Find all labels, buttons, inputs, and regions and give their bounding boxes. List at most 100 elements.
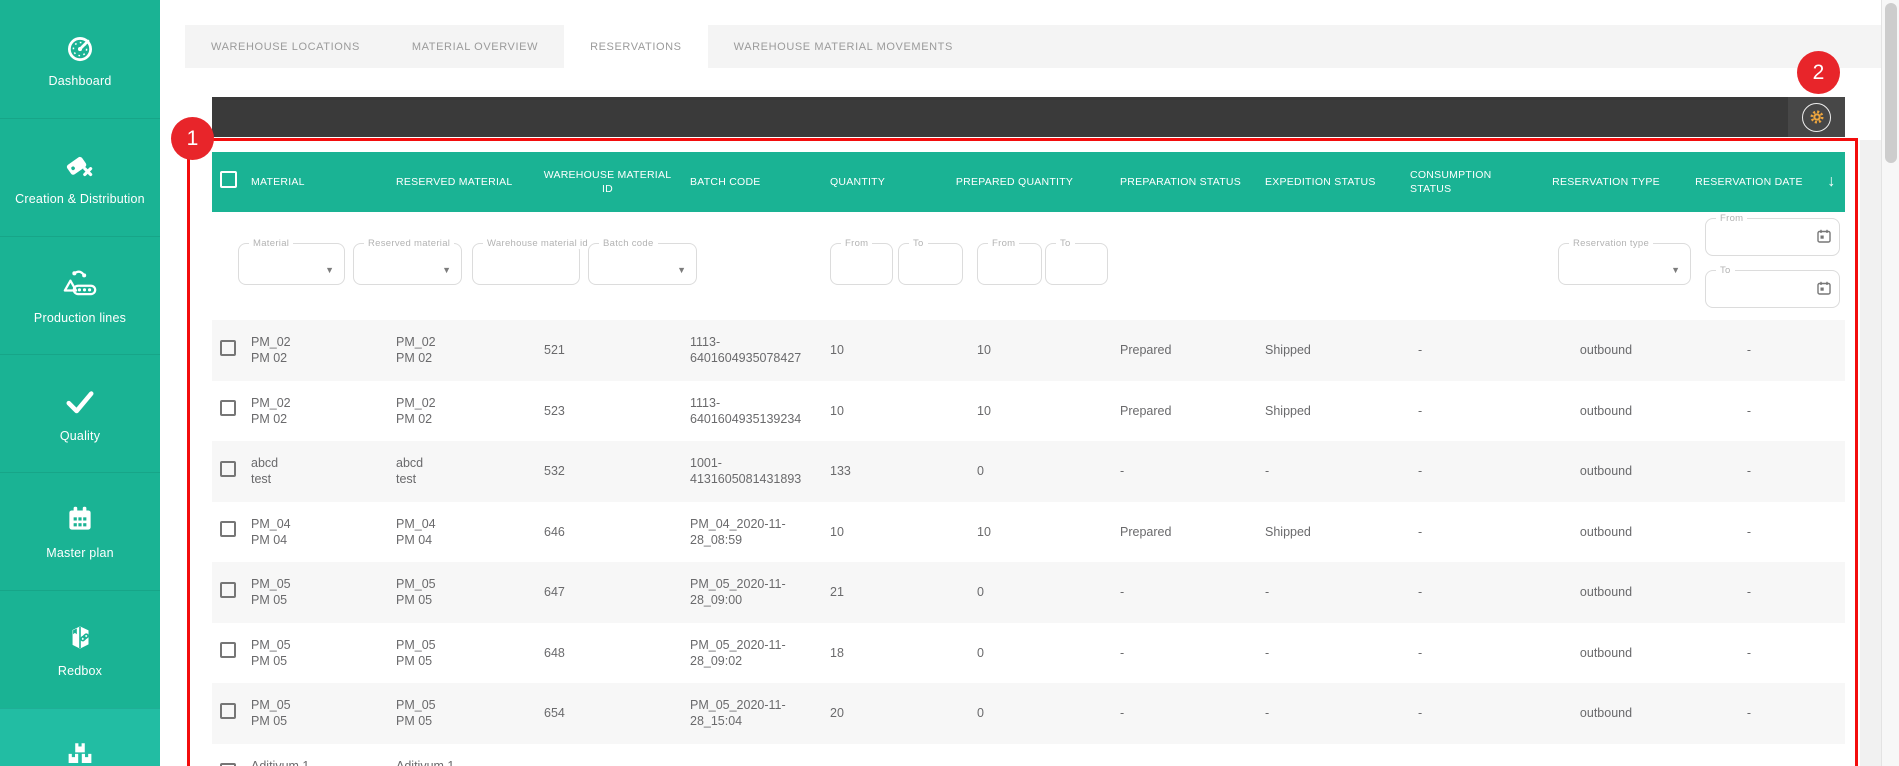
row-checkbox[interactable] (220, 702, 236, 719)
table-row[interactable]: PM_04 PM 04 PM_04 PM 04 646 PM_04_2020-11- 28_… (212, 501, 1845, 562)
row-checkbox[interactable] (220, 460, 236, 477)
sidebar-item-production-lines[interactable]: Production lines (0, 236, 160, 354)
filter-to-input[interactable] (1714, 275, 1831, 303)
filter-reserved-material-select[interactable]: Reserved material ▼ (353, 238, 462, 285)
cell-expedition-status: Shipped (1265, 524, 1311, 539)
production-lines-icon (62, 266, 98, 302)
cell-consumption-status: - (1418, 343, 1423, 358)
calendar-icon[interactable] (1817, 281, 1831, 295)
cell-warehouse-material-id: 654 (544, 706, 565, 721)
sidebar-item-dashboard[interactable]: Dashboard (0, 0, 160, 118)
cell-material: PM_05 PM 05 (251, 637, 291, 668)
sidebar-item-label: Dashboard (48, 73, 112, 88)
cell-material: PM_04 PM 04 (251, 516, 291, 547)
cell-reserved-material: PM_05 PM 05 (396, 698, 436, 729)
row-checkbox[interactable] (220, 581, 236, 598)
column-header-expedition-status[interactable]: EXPEDITION STATUS (1237, 175, 1382, 189)
cell-consumption-status: - (1418, 706, 1423, 721)
cell-reserved-material: PM_05 PM 05 (396, 637, 436, 668)
cell-material: PM_05 PM 05 (251, 577, 291, 608)
filter-to-text[interactable]: To (1045, 238, 1108, 285)
filter-batch-code-input[interactable] (597, 248, 688, 280)
sort-descending-icon[interactable]: ↓ (1827, 173, 1835, 190)
filter-to-input[interactable] (1054, 248, 1099, 280)
cell-consumption-status: - (1418, 403, 1423, 418)
sidebar-item-quality[interactable]: Quality (0, 354, 160, 472)
filter-from-input[interactable] (986, 248, 1033, 280)
filter-material-select[interactable]: Material ▼ (238, 238, 345, 285)
cell-consumption-status: - (1418, 464, 1423, 479)
column-header-batch-code[interactable]: BATCH CODE (674, 175, 822, 189)
tab-material-overview[interactable]: MATERIAL OVERVIEW (386, 25, 564, 68)
filter-from-text[interactable]: From (977, 238, 1042, 285)
filter-from-date[interactable]: From (1705, 213, 1840, 256)
chevron-down-icon: ▼ (442, 265, 451, 275)
column-header-warehouse-material-id[interactable]: WAREHOUSE MATERIAL ID (541, 168, 674, 196)
column-header-material[interactable]: MATERIAL (248, 175, 393, 189)
cell-batch-code: 1001- 4131605081431893 (690, 456, 802, 487)
cell-warehouse-material-id: 647 (544, 585, 565, 600)
column-header-sort: ↓ (1818, 171, 1845, 193)
column-header-reservation-type[interactable]: RESERVATION TYPE (1532, 175, 1680, 189)
cell-quantity: 133 (830, 464, 851, 479)
filter-to-text[interactable]: To (898, 238, 963, 285)
cell-prepared-quantity: 0 (977, 706, 984, 721)
sidebar-item-warehouses[interactable]: Warehouses (0, 708, 160, 766)
sidebar-item-master-plan[interactable]: Master plan (0, 472, 160, 590)
row-checkbox[interactable] (220, 642, 236, 659)
table-row[interactable]: PM_02 PM 02 PM_02 PM 02 523 1113- 640160493513… (212, 380, 1845, 441)
filter-reservation-type-input[interactable] (1567, 248, 1682, 280)
table-row[interactable]: PM_02 PM 02 PM_02 PM 02 521 1113- 640160493507… (212, 320, 1845, 381)
filter-warehouse-material-id-text[interactable]: Warehouse material id (472, 238, 592, 285)
filter-to-date[interactable]: To (1705, 265, 1840, 308)
filter-reserved-material-input[interactable] (362, 248, 453, 280)
sidebar-item-label: Production lines (33, 311, 127, 325)
settings-button[interactable] (1788, 97, 1845, 137)
table-row[interactable]: PM_05 PM 05 PM_05 PM 05 647 PM_05_2020-11- 28_… (212, 562, 1845, 623)
sidebar-item-redbox[interactable]: Redbox (0, 590, 160, 708)
row-checkbox[interactable] (220, 339, 236, 356)
column-header-quantity[interactable]: QUANTITY (822, 175, 937, 189)
filter-batch-code-select[interactable]: Batch code ▼ (588, 238, 697, 285)
table-row[interactable]: abcd test abcd test 532 1001- 4131605081431893… (212, 441, 1845, 502)
row-checkbox[interactable] (220, 521, 236, 538)
cell-reservation-type: outbound (1579, 464, 1633, 479)
column-header-consumption-status[interactable]: CONSUMPTION STATUS (1382, 168, 1532, 196)
column-header-preparation-status[interactable]: PREPARATION STATUS (1092, 175, 1241, 189)
cell-preparation-status: - (1120, 645, 1125, 660)
tab-bar: WAREHOUSE LOCATIONS MATERIAL OVERVIEW RESE… (185, 25, 1881, 68)
table-row[interactable]: PM_05 PM 05 PM_05 PM 05 654 PM_05_2020-11- 28_… (212, 683, 1845, 744)
filter-from-input[interactable] (1714, 223, 1831, 251)
cell-preparation-status: - (1120, 706, 1125, 721)
table-header-row: MATERIAL RESERVED MATERIAL WAREHOUSE MATER… (212, 152, 1845, 212)
row-checkbox[interactable] (220, 400, 236, 417)
column-header-prepared-quantity[interactable]: PREPARED QUANTITY (937, 175, 1092, 189)
cell-quantity: 20 (830, 706, 844, 721)
column-header-reservation-date[interactable]: RESERVATION DATE (1680, 175, 1818, 189)
filter-from-input[interactable] (839, 248, 884, 280)
calendar-icon[interactable] (1817, 229, 1831, 243)
filter-material-input[interactable] (247, 248, 336, 280)
column-header-reserved-material[interactable]: RESERVED MATERIAL (393, 175, 541, 189)
table-row[interactable]: PM_05 PM 05 PM_05 PM 05 648 PM_05_2020-11- 28_… (212, 622, 1845, 683)
master-plan-calendar-icon (63, 503, 97, 537)
filter-to-input[interactable] (907, 248, 954, 280)
filter-reservation-type-select[interactable]: Reservation type ▼ (1558, 238, 1691, 285)
cell-reservation-type: outbound (1579, 645, 1633, 660)
sidebar-item-creation-and-distribution[interactable]: Creation & Distribution (0, 118, 160, 236)
cell-prepared-quantity: 10 (977, 403, 991, 418)
cell-reservation-date: - (1746, 585, 1752, 600)
cell-reservation-date: - (1746, 645, 1752, 660)
tab-warehouse-material-movements[interactable]: WAREHOUSE MATERIAL MOVEMENTS (708, 25, 979, 68)
select-all-checkbox[interactable] (220, 171, 237, 189)
vertical-scrollbar[interactable] (1881, 0, 1899, 766)
table-row[interactable]: Aditivum 1Aditivum 1 Aditivum 1Aditivum 1… (212, 743, 1845, 766)
chevron-down-icon: ▼ (1671, 265, 1680, 275)
scrollbar-thumb[interactable] (1885, 3, 1897, 163)
page-background-strip (1860, 140, 1881, 766)
tab-warehouse-locations[interactable]: WAREHOUSE LOCATIONS (185, 25, 386, 68)
tab-reservations[interactable]: RESERVATIONS (564, 25, 708, 68)
cell-reservation-type: outbound (1579, 403, 1633, 418)
filter-from-text[interactable]: From (830, 238, 893, 285)
filter-warehouse-material-id-input[interactable] (481, 248, 571, 280)
